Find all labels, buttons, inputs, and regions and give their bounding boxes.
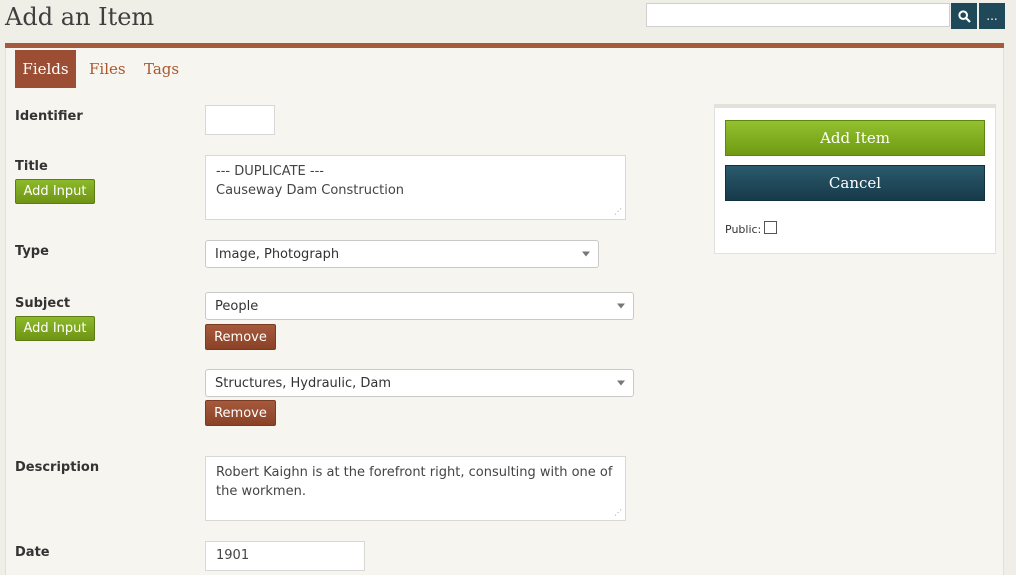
- subject-label: Subject: [15, 296, 71, 311]
- page-title: Add an Item: [5, 3, 155, 31]
- title-value-line-2: Causeway Dam Construction: [216, 183, 405, 198]
- tab-files[interactable]: Files: [89, 50, 126, 88]
- public-checkbox[interactable]: [764, 221, 777, 234]
- tab-tags[interactable]: Tags: [144, 50, 179, 88]
- advanced-search-button[interactable]: ...: [979, 3, 1005, 29]
- description-value: Robert Kaighn is at the forefront right,…: [216, 465, 613, 499]
- search-icon: [957, 9, 971, 23]
- subject-selected-value-1: People: [215, 298, 259, 314]
- type-label: Type: [15, 244, 49, 259]
- description-label: Description: [15, 460, 100, 475]
- cancel-button[interactable]: Cancel: [725, 165, 985, 201]
- date-label: Date: [15, 545, 50, 560]
- resize-grip-icon[interactable]: ⋰: [614, 509, 622, 517]
- subject-add-input-button[interactable]: Add Input: [15, 316, 95, 341]
- title-label: Title: [15, 159, 48, 174]
- type-select[interactable]: Image, Photograph: [205, 240, 599, 268]
- identifier-label: Identifier: [15, 109, 83, 124]
- resize-grip-icon[interactable]: ⋰: [614, 208, 622, 216]
- subject-select-2[interactable]: Structures, Hydraulic, Dam: [205, 369, 634, 397]
- date-field[interactable]: 1901: [205, 541, 365, 571]
- chevron-down-icon: [582, 251, 590, 257]
- chevron-down-icon: [617, 303, 625, 309]
- title-add-input-button[interactable]: Add Input: [15, 179, 95, 204]
- public-label: Public:: [725, 223, 762, 236]
- title-field[interactable]: --- DUPLICATE --- Causeway Dam Construct…: [205, 155, 626, 220]
- identifier-field[interactable]: [205, 105, 275, 135]
- search-button[interactable]: [951, 3, 977, 29]
- title-value-line-1: --- DUPLICATE ---: [216, 164, 324, 179]
- search-input[interactable]: [646, 3, 950, 27]
- description-field[interactable]: Robert Kaighn is at the forefront right,…: [205, 456, 626, 521]
- subject-select-1[interactable]: People: [205, 292, 634, 320]
- chevron-down-icon: [617, 380, 625, 386]
- subject-remove-button-1[interactable]: Remove: [205, 324, 276, 350]
- type-selected-value: Image, Photograph: [215, 246, 340, 262]
- subject-selected-value-2: Structures, Hydraulic, Dam: [215, 375, 392, 391]
- subject-remove-button-2[interactable]: Remove: [205, 400, 276, 426]
- add-item-button[interactable]: Add Item: [725, 120, 985, 156]
- tab-fields[interactable]: Fields: [15, 50, 76, 88]
